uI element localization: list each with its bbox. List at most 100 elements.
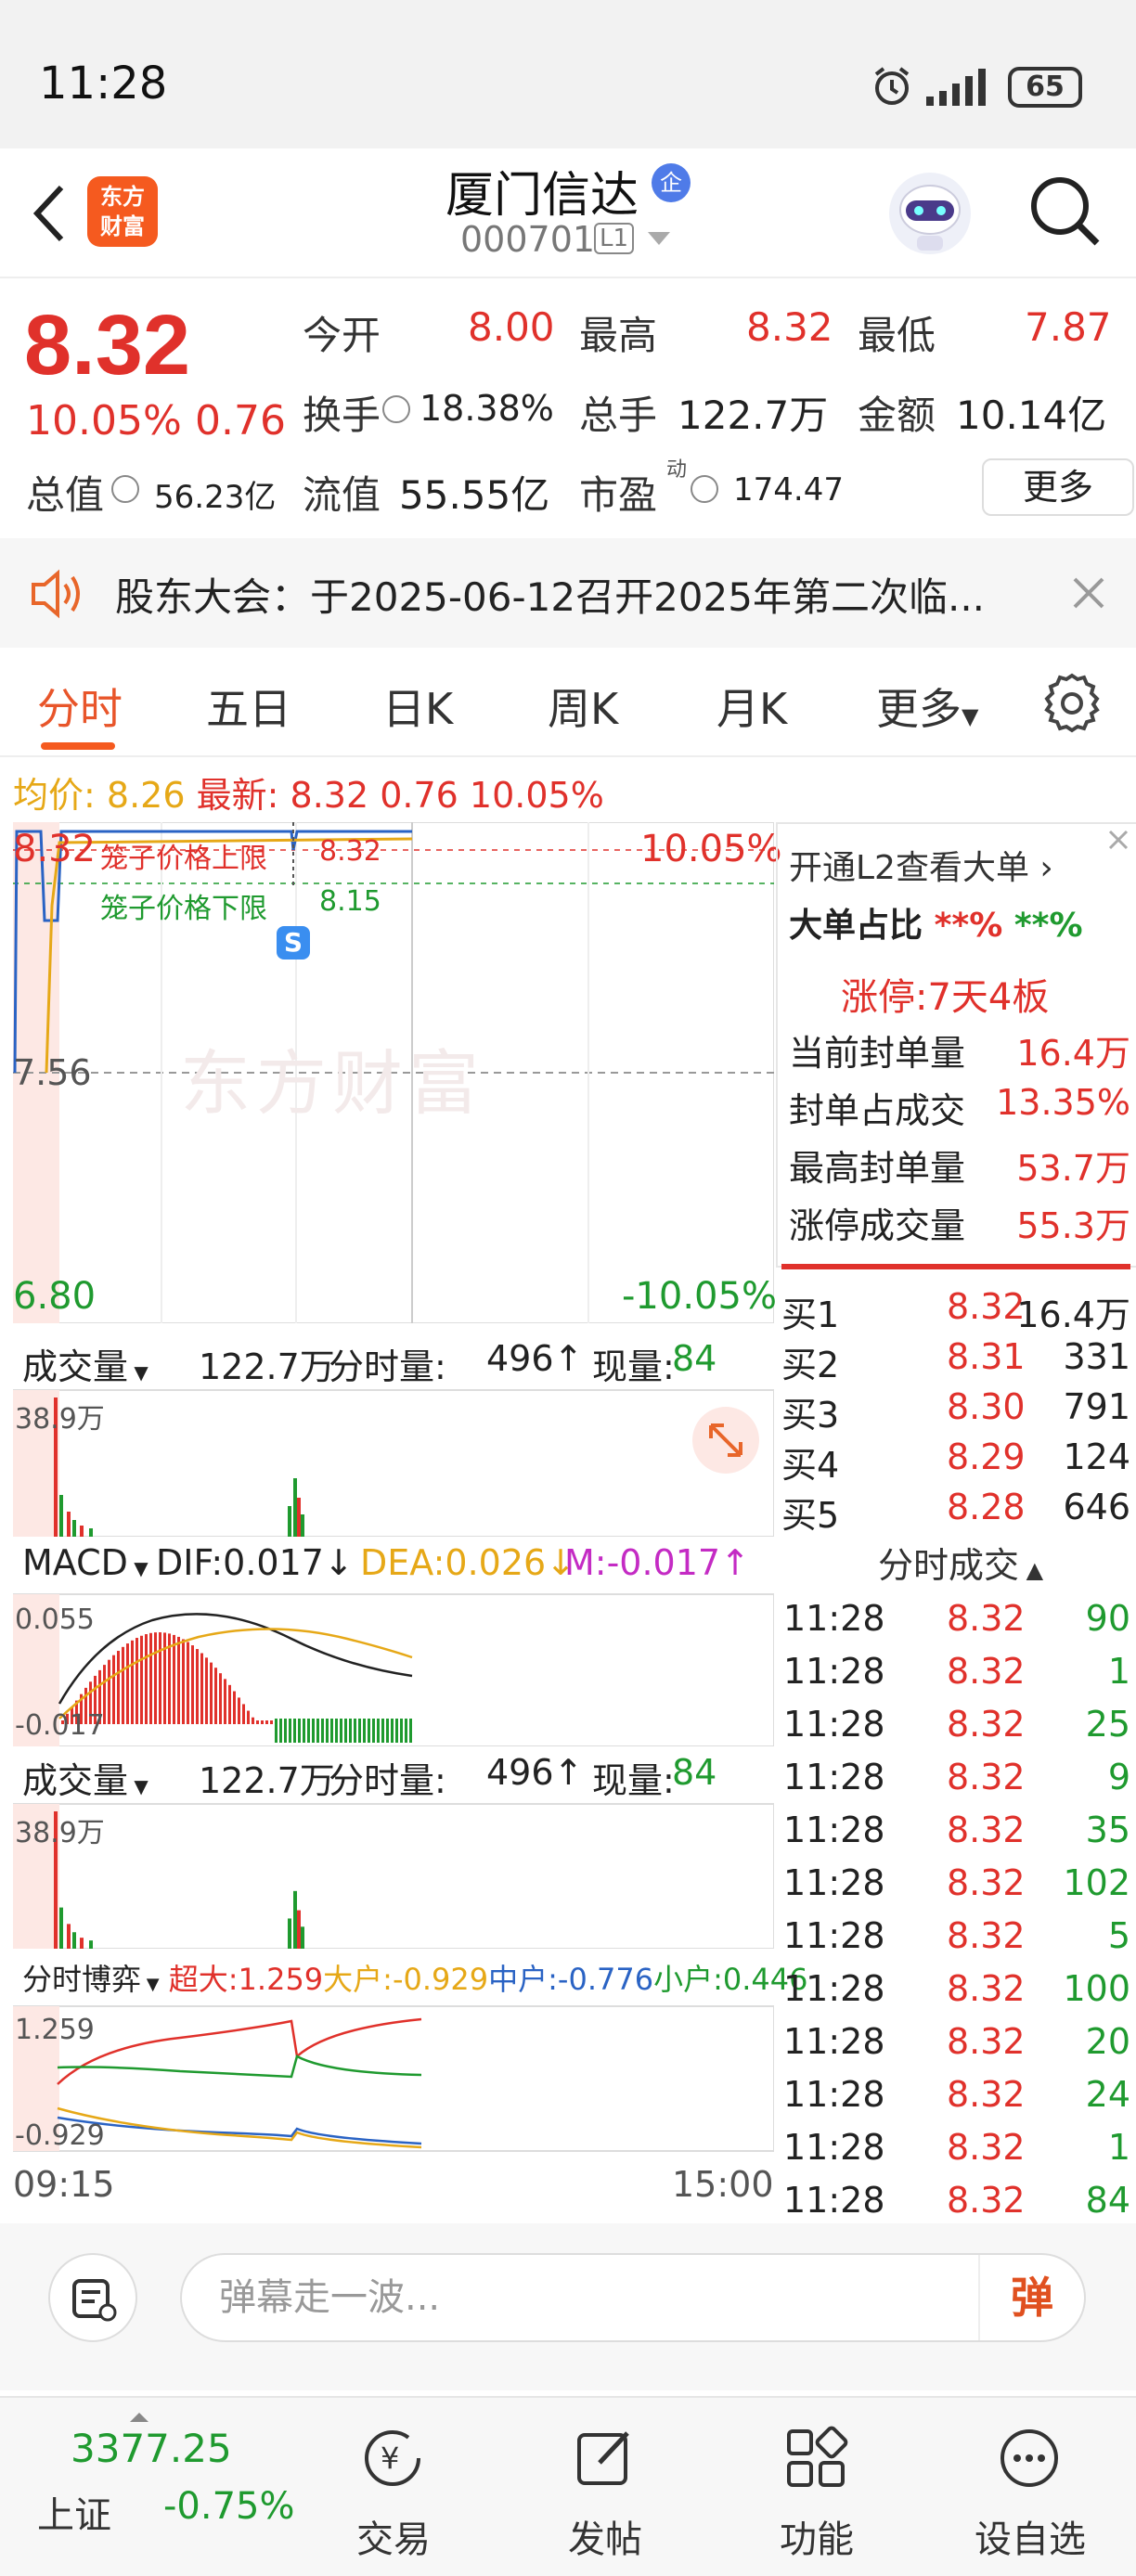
vol-total: 122.7万 (199, 1346, 335, 1387)
bid-label: 买5 (781, 1495, 840, 1536)
macd-indicator-select[interactable]: MACD ▼ (22, 1542, 148, 1583)
macd-bar (108, 1659, 110, 1724)
tick-price: 8.32 (947, 1862, 1026, 1903)
function-icon[interactable] (783, 2426, 848, 2491)
logo-line1: 东方 (100, 184, 145, 210)
last-value: 8.32 (290, 775, 369, 816)
macd-bar (381, 1719, 384, 1743)
bid-volume: 16.4万 (1016, 1294, 1130, 1335)
macd-bar (200, 1653, 203, 1724)
macd-bar (131, 1640, 134, 1724)
limit-label: 涨停: (841, 976, 928, 1019)
float-value: 55.55亿 (399, 472, 550, 518)
divider (781, 1264, 1130, 1269)
tick-time: 11:28 (783, 1704, 885, 1745)
tick-price: 8.32 (947, 1810, 1026, 1850)
tick-price: 8.32 (947, 1757, 1026, 1797)
caret-up-icon: ▲ (1019, 1557, 1044, 1583)
vol-now-value: 84 (672, 1338, 717, 1379)
current-price: 8.32 (24, 298, 191, 393)
l2-link[interactable]: 开通L2查看大单 › (789, 841, 1053, 889)
index-value[interactable]: 3377.25 (71, 2426, 232, 2471)
nav-function[interactable]: 功能 (742, 2509, 891, 2563)
info-icon[interactable] (691, 475, 718, 503)
mid-value: 中户:-0.776 (488, 1962, 654, 1997)
tab-five-day[interactable]: 五日 (206, 676, 291, 737)
index-name[interactable]: 上证 (37, 2485, 111, 2539)
tab-intraday[interactable]: 分时 (37, 676, 123, 737)
tab-weekly-k[interactable]: 周K (548, 676, 618, 737)
nav-post[interactable]: 发帖 (531, 2509, 679, 2563)
tick-time: 11:28 (783, 1651, 885, 1692)
vol2-fen-value: 496↑ (486, 1752, 584, 1793)
speaker-icon (32, 569, 80, 619)
bid-price: 8.28 (947, 1487, 1026, 1527)
signal-icon (926, 69, 986, 106)
macd-bar (307, 1719, 310, 1743)
danmu-input[interactable]: 弹幕走一波... (180, 2253, 1086, 2342)
watermark-text: 东方财富 (180, 1042, 484, 1125)
low-label: 最低 (858, 313, 936, 358)
amount-value: 10.14亿 (956, 393, 1107, 438)
vol-indicator-select[interactable]: 成交量 ▼ (22, 1338, 148, 1389)
macd-bar (112, 1655, 115, 1724)
l2-label: 开通L2查看大单 (789, 849, 1029, 887)
s-badge[interactable]: S (277, 926, 310, 960)
caret-down-icon: ▼ (128, 1361, 148, 1384)
tick-time: 11:28 (783, 1598, 885, 1639)
tab-more[interactable]: 更多▼ (876, 676, 978, 737)
level-badge: L1 (594, 223, 635, 254)
low-value: 7.87 (1025, 304, 1112, 350)
nav-trade[interactable]: 交易 (319, 2509, 468, 2563)
chevron-down-icon[interactable] (648, 232, 670, 245)
lower-cage-value: 8.15 (319, 885, 381, 918)
caret-down-icon: ▼ (962, 703, 979, 729)
danmu-button[interactable]: 弹 (978, 2255, 1084, 2340)
macd-bar (261, 1720, 264, 1724)
gear-icon[interactable] (1039, 670, 1104, 735)
volume-bar (89, 1940, 93, 1949)
close-icon[interactable] (1103, 824, 1134, 856)
upper-cage-value: 8.32 (319, 835, 381, 868)
tick-time: 11:28 (783, 1915, 885, 1956)
robot-assistant-icon[interactable] (884, 167, 976, 260)
tick-price: 8.32 (947, 1651, 1026, 1692)
upper-cage-label: 笼子价格上限 (100, 843, 267, 875)
limit-stat-label: 涨停成交量 (789, 1205, 966, 1246)
bid-volume: 791 (1063, 1386, 1130, 1427)
index-pct[interactable]: -0.75% (163, 2485, 295, 2528)
macd-bar (210, 1662, 213, 1724)
volume-value: 122.7万 (678, 393, 829, 438)
tab-daily-k[interactable]: 日K (382, 676, 453, 737)
macd-bar (159, 1632, 161, 1724)
notice-bar[interactable]: 股东大会：于2025-06-12召开2025年第二次临... (0, 538, 1136, 648)
tick-volume: 35 (1085, 1810, 1130, 1850)
macd-bar (122, 1646, 124, 1724)
doc-settings-button[interactable] (48, 2253, 137, 2342)
watchlist-icon[interactable] (997, 2426, 1062, 2491)
intraday-chart[interactable]: 8.32 笼子价格上限 8.32 10.05% 笼子价格下限 8.15 S 7.… (13, 822, 807, 2214)
info-icon[interactable] (382, 395, 410, 423)
notice-text[interactable]: 股东大会：于2025-06-12召开2025年第二次临... (115, 566, 985, 623)
logo-line2: 财富 (100, 213, 145, 239)
nav-watchlist[interactable]: 设自选 (956, 2509, 1104, 2563)
macd-bar (228, 1684, 231, 1724)
stock-code[interactable]: 000701 (460, 219, 595, 260)
info-icon[interactable] (111, 475, 139, 503)
more-button[interactable]: 更多 (982, 458, 1134, 516)
back-icon[interactable] (26, 176, 72, 251)
bo-indicator-select[interactable]: 分时博弈 ▼ (22, 1962, 160, 1997)
macd-bar (400, 1719, 403, 1743)
ticks-header[interactable]: 分时成交 ▲ (878, 1537, 1043, 1588)
bottom-nav: 3377.25 上证 -0.75% ¥ 交易 发帖 功能 设自选 (0, 2396, 1136, 2576)
caret-down-icon: ▼ (127, 1557, 148, 1579)
status-time: 11:28 (39, 58, 168, 109)
trade-icon[interactable]: ¥ (360, 2426, 425, 2491)
search-icon[interactable] (1025, 171, 1103, 249)
close-icon[interactable] (1067, 572, 1110, 614)
tab-monthly-k[interactable]: 月K (716, 676, 787, 737)
tick-price: 8.32 (947, 1598, 1026, 1639)
post-icon[interactable] (574, 2426, 639, 2491)
vol2-indicator-select[interactable]: 成交量 ▼ (22, 1752, 148, 1803)
macd-bar (289, 1719, 291, 1743)
